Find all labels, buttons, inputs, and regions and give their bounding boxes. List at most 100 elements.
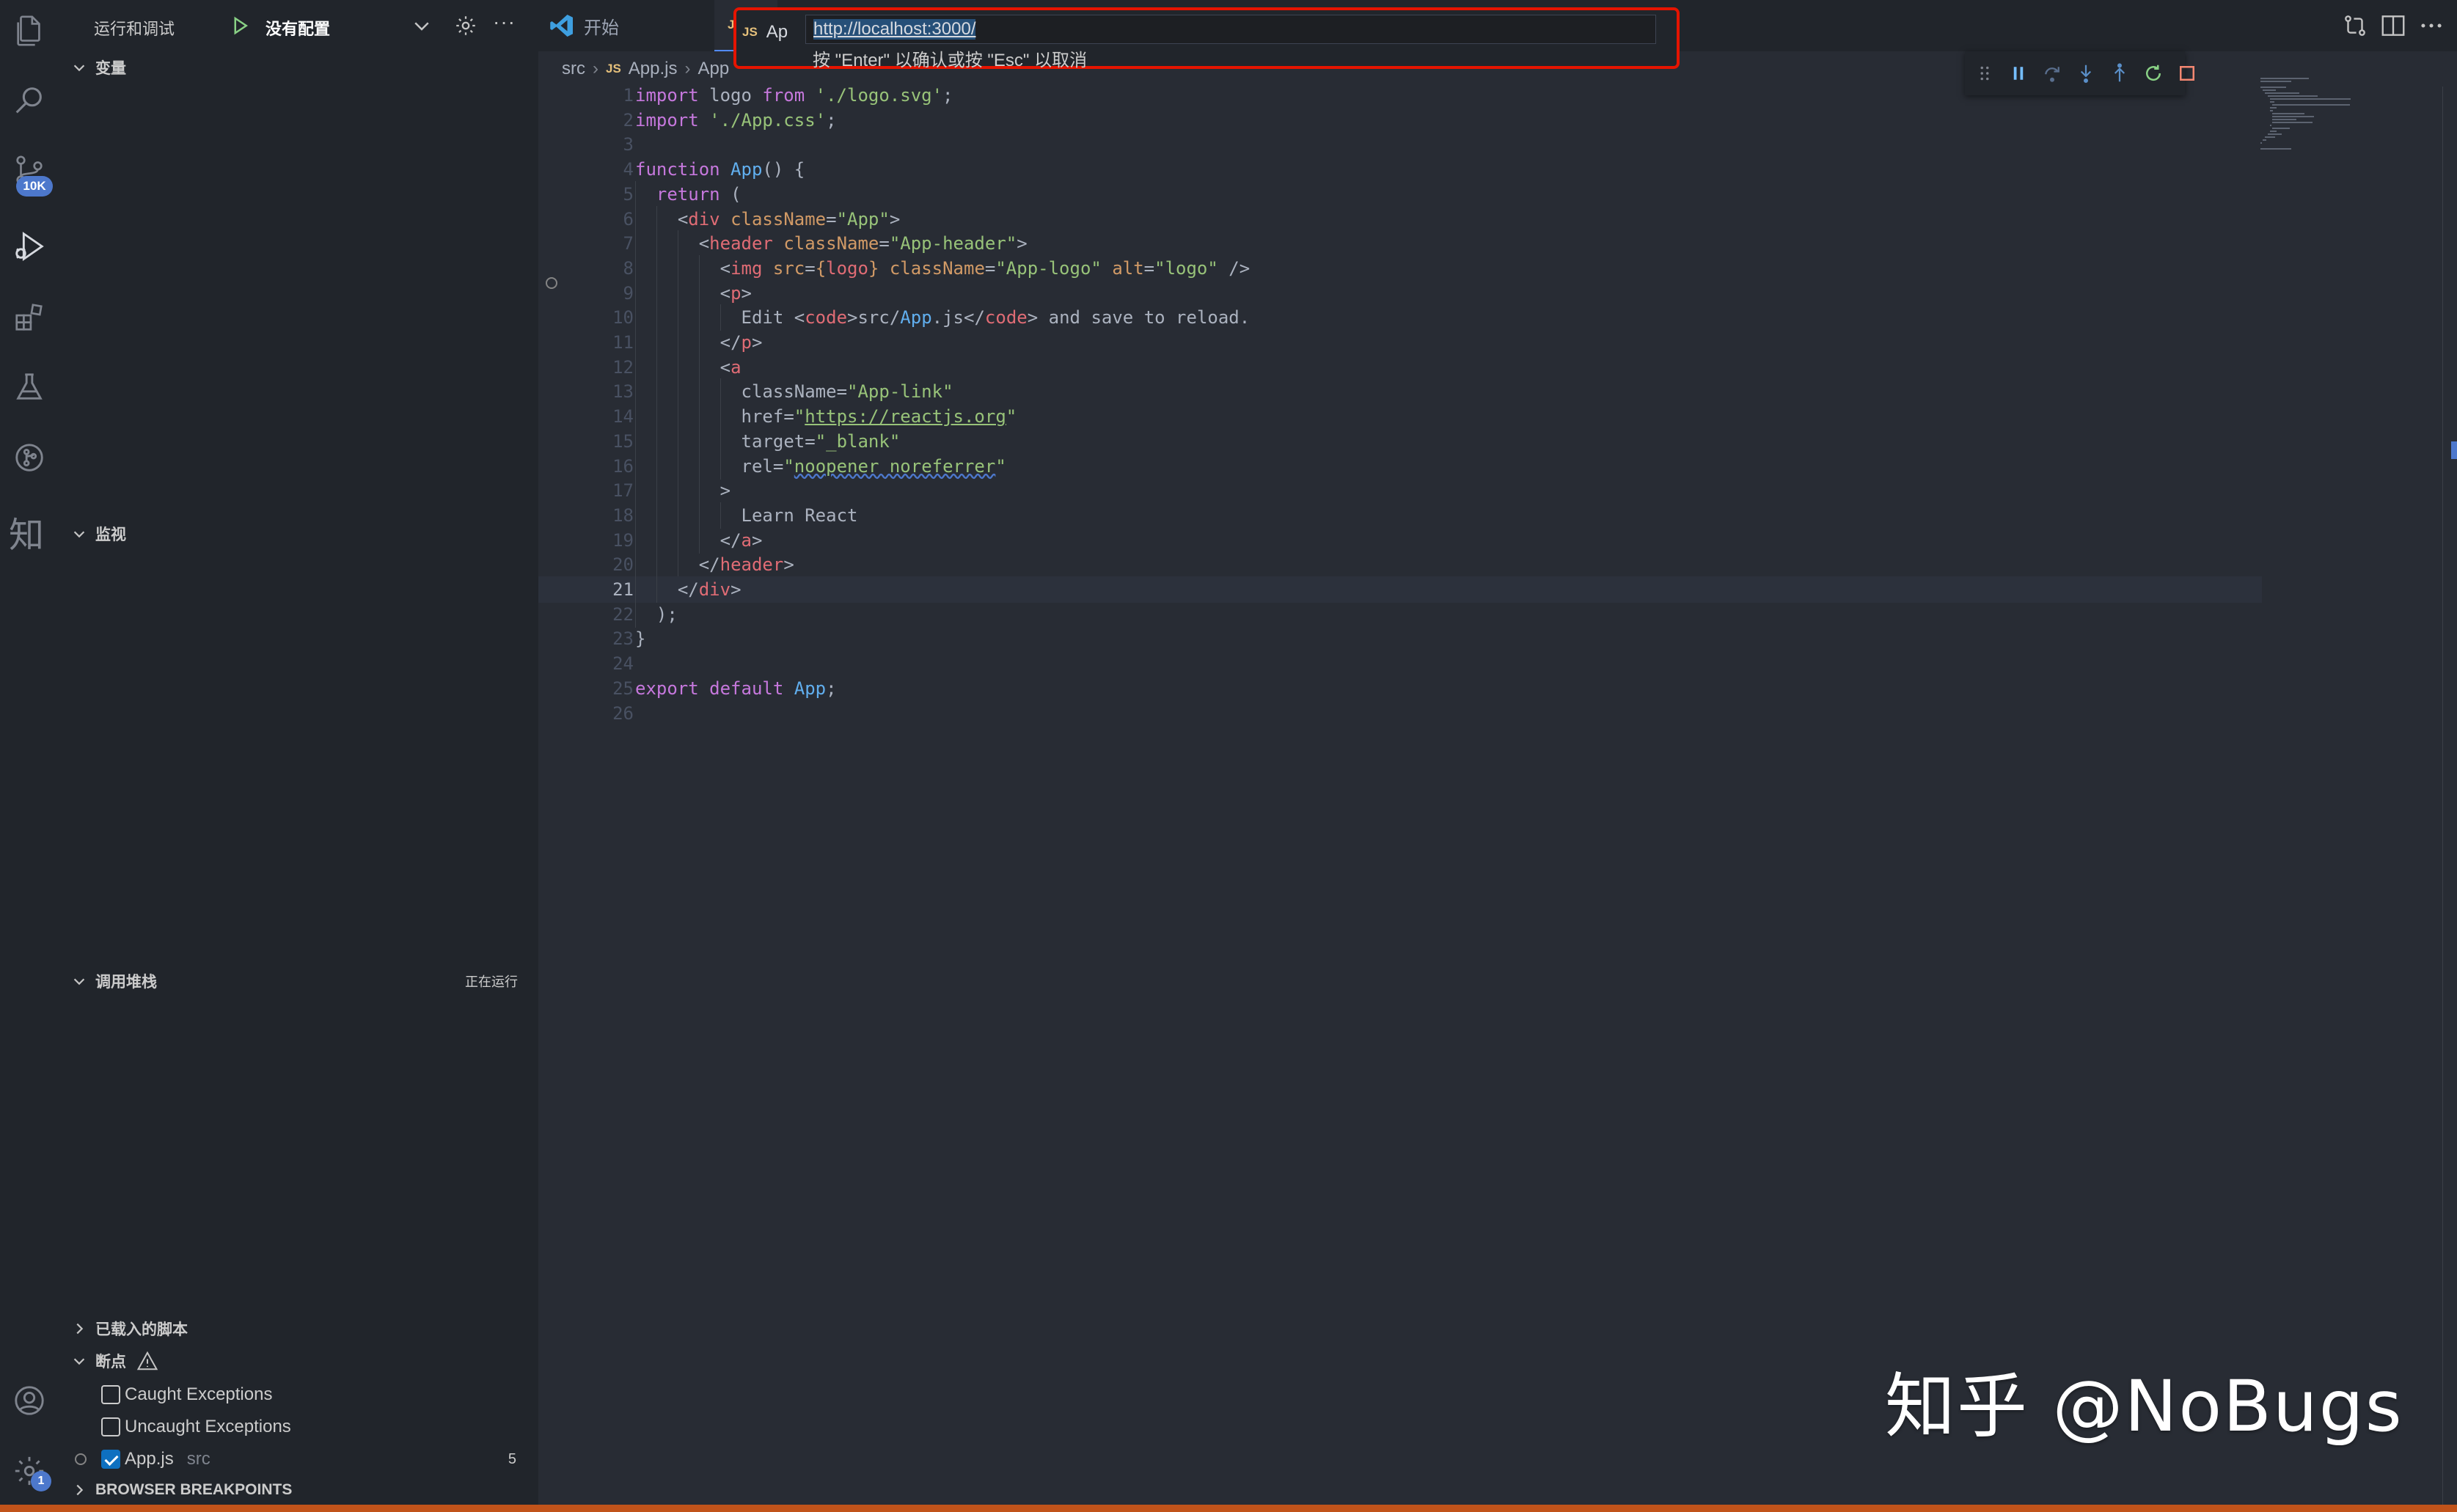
watch-section[interactable]: 监视 <box>59 518 538 550</box>
code-line[interactable]: 6 <div className="App"> <box>538 206 2262 232</box>
breakpoints-section[interactable]: 断点 <box>59 1345 538 1377</box>
line-number[interactable]: 8 <box>575 255 634 282</box>
line-number[interactable]: 22 <box>575 601 634 628</box>
breakpoint-item[interactable]: Uncaught Exceptions <box>59 1411 538 1443</box>
code-line[interactable]: 26 <box>538 700 2262 727</box>
line-number[interactable]: 25 <box>575 675 634 702</box>
account-icon[interactable] <box>10 1381 48 1420</box>
line-number[interactable]: 5 <box>575 181 634 208</box>
restart-icon[interactable] <box>2142 60 2164 87</box>
call-stack-section[interactable]: 调用堆栈 正在运行 <box>59 965 538 997</box>
url-input[interactable]: http://localhost:3000/ <box>805 15 1656 44</box>
breadcrumb-file[interactable]: App.js <box>629 59 678 79</box>
line-number[interactable]: 4 <box>575 156 634 183</box>
code-line[interactable]: 10 Edit <code>src/App.js</code> and save… <box>538 304 2262 331</box>
code-line[interactable]: 7 <header className="App-header"> <box>538 230 2262 257</box>
code-line[interactable]: 20 </header> <box>538 551 2262 578</box>
tab-start[interactable]: 开始 <box>549 0 710 51</box>
app-js-breakpoint-checkbox[interactable] <box>101 1450 120 1469</box>
breakpoint-item[interactable]: App.jssrc 5 <box>59 1443 538 1475</box>
code-line[interactable]: 9 <p> <box>538 280 2262 307</box>
line-number[interactable]: 16 <box>575 453 634 480</box>
breakpoint-item[interactable]: Caught Exceptions <box>59 1379 538 1411</box>
more-actions-icon[interactable] <box>2417 12 2445 40</box>
js-file-icon: JS <box>742 25 758 40</box>
code-line[interactable]: 14 href="https://reactjs.org" <box>538 403 2262 430</box>
code-line[interactable]: 18 Learn React <box>538 502 2262 529</box>
line-number[interactable]: 10 <box>575 304 634 331</box>
vertical-scrollbar[interactable] <box>2442 87 2457 1505</box>
minimap-line <box>2270 101 2275 103</box>
config-select[interactable]: 没有配置 <box>266 16 330 40</box>
code-line[interactable]: 24 <box>538 650 2262 677</box>
chevron-down-icon[interactable] <box>411 15 433 37</box>
line-number[interactable]: 1 <box>575 82 634 109</box>
code-line[interactable]: 22 ); <box>538 601 2262 628</box>
explorer-icon[interactable] <box>10 12 48 50</box>
code-line[interactable]: 25export default App; <box>538 675 2262 702</box>
line-number[interactable]: 3 <box>575 131 634 158</box>
line-number[interactable]: 26 <box>575 700 634 727</box>
code-line[interactable]: 2import './App.css'; <box>538 107 2262 133</box>
open-launch-json-gear-icon[interactable] <box>453 13 478 38</box>
code-line[interactable]: 17 > <box>538 477 2262 504</box>
pause-icon[interactable] <box>2007 60 2029 87</box>
chevron-right-icon <box>63 1321 95 1337</box>
code-line[interactable]: 15 target="_blank" <box>538 428 2262 455</box>
search-icon[interactable] <box>10 82 48 120</box>
code-text: target="_blank" <box>635 428 900 455</box>
caught-exceptions-checkbox[interactable] <box>101 1385 120 1404</box>
start-debugging-icon[interactable] <box>229 15 251 37</box>
url-value: http://localhost:3000/ <box>813 19 975 40</box>
step-into-icon[interactable] <box>2075 60 2097 87</box>
code-line[interactable]: 13 className="App-link" <box>538 378 2262 405</box>
code-line[interactable]: 8 <img src={logo} className="App-logo" a… <box>538 255 2262 282</box>
zhihu-icon[interactable]: 知 <box>9 506 44 557</box>
split-editor-icon[interactable] <box>2379 12 2407 40</box>
loaded-scripts-section[interactable]: 已载入的脚本 <box>59 1313 538 1345</box>
line-number[interactable]: 15 <box>575 428 634 455</box>
browser-breakpoints-section[interactable]: BROWSER BREAKPOINTS <box>59 1474 538 1506</box>
uncaught-exceptions-checkbox[interactable] <box>101 1417 120 1436</box>
line-number[interactable]: 6 <box>575 206 634 232</box>
stop-icon[interactable] <box>2176 60 2198 87</box>
step-out-icon[interactable] <box>2109 60 2131 87</box>
code-line[interactable]: 21 </div> <box>538 576 2262 603</box>
line-number[interactable]: 17 <box>575 477 634 504</box>
more-actions-icon[interactable]: ··· <box>493 10 516 34</box>
chevron-down-icon <box>63 1353 95 1369</box>
line-number[interactable]: 24 <box>575 650 634 677</box>
code-line[interactable]: 23} <box>538 625 2262 652</box>
line-number[interactable]: 11 <box>575 329 634 356</box>
code-line[interactable]: 12 <a <box>538 354 2262 381</box>
line-number[interactable]: 23 <box>575 625 634 652</box>
line-number[interactable]: 19 <box>575 527 634 554</box>
compare-changes-icon[interactable] <box>2341 12 2369 40</box>
line-number[interactable]: 18 <box>575 502 634 529</box>
code-line[interactable]: 5 return ( <box>538 181 2262 208</box>
git-graph-icon[interactable] <box>10 438 48 477</box>
line-number[interactable]: 9 <box>575 280 634 307</box>
breadcrumb-symbol[interactable]: App <box>698 59 730 79</box>
line-number[interactable]: 13 <box>575 378 634 405</box>
line-number[interactable]: 12 <box>575 354 634 381</box>
line-number[interactable]: 2 <box>575 107 634 133</box>
drag-handle-icon[interactable] <box>1974 60 1996 87</box>
line-number[interactable]: 7 <box>575 230 634 257</box>
breadcrumb-folder[interactable]: src <box>562 59 585 79</box>
run-debug-icon[interactable] <box>10 227 48 265</box>
extensions-icon[interactable] <box>10 298 48 336</box>
tab-app-js[interactable]: JS Ap <box>736 10 799 54</box>
variables-section[interactable]: 变量 <box>59 51 538 84</box>
line-number[interactable]: 14 <box>575 403 634 430</box>
code-line[interactable]: 3 <box>538 131 2262 158</box>
testing-icon[interactable] <box>10 368 48 406</box>
code-line[interactable]: 16 rel="noopener noreferrer" <box>538 453 2262 480</box>
code-line[interactable]: 11 </p> <box>538 329 2262 356</box>
minimap[interactable] <box>2255 78 2431 166</box>
line-number[interactable]: 20 <box>575 551 634 578</box>
step-over-icon[interactable] <box>2041 60 2063 87</box>
code-line[interactable]: 19 </a> <box>538 527 2262 554</box>
line-number[interactable]: 21 <box>575 576 634 603</box>
code-line[interactable]: 4function App() { <box>538 156 2262 183</box>
